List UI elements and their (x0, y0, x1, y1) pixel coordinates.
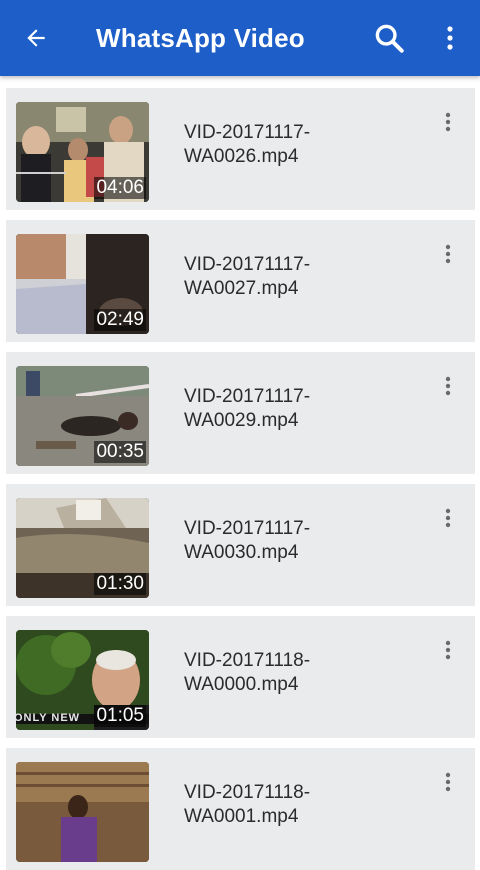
page-title: WhatsApp Video (96, 23, 305, 53)
video-file-name: VID-20171118- WA0001.mp4 (184, 782, 311, 827)
back-arrow-icon (27, 29, 45, 47)
more-vert-icon (447, 26, 453, 50)
video-duration: 01:05 (94, 705, 146, 727)
more-vert-icon (445, 508, 451, 528)
video-thumbnail: 02:49 (16, 234, 149, 334)
video-file-name: VID-20171117- WA0027.mp4 (184, 254, 311, 299)
video-file-name: VID-20171117- WA0030.mp4 (184, 518, 311, 563)
video-list-item[interactable]: VID-20171118- WA0001.mp4 (6, 748, 475, 870)
item-more-button[interactable] (434, 108, 462, 136)
app-bar: WhatsApp Video (0, 0, 480, 76)
back-button[interactable] (14, 18, 58, 58)
video-list-item[interactable]: 01:30 VID-20171117- WA0030.mp4 (6, 484, 475, 606)
overflow-menu-button[interactable] (432, 16, 468, 60)
video-thumbnail: 04:06 (16, 102, 149, 202)
video-list-item[interactable]: 00:35 VID-20171117- WA0029.mp4 (6, 352, 475, 474)
more-vert-icon (445, 112, 451, 132)
more-vert-icon (445, 772, 451, 792)
video-duration: 00:35 (94, 441, 146, 463)
search-button[interactable] (366, 16, 412, 60)
video-duration: 04:06 (94, 177, 146, 199)
video-duration: 02:49 (94, 309, 146, 331)
video-list-item[interactable]: 02:49 VID-20171117- WA0027.mp4 (6, 220, 475, 342)
video-thumbnail: 00:35 (16, 366, 149, 466)
more-vert-icon (445, 640, 451, 660)
video-thumbnail (16, 762, 149, 862)
video-file-name: VID-20171117- WA0026.mp4 (184, 122, 311, 167)
video-list-item[interactable]: ONLY NEW 01:05 VID-20171118- WA0000.mp4 (6, 616, 475, 738)
video-list-item[interactable]: 04:06 VID-20171117- WA0026.mp4 (6, 88, 475, 210)
video-thumbnail: 01:30 (16, 498, 149, 598)
item-more-button[interactable] (434, 372, 462, 400)
video-duration: 01:30 (94, 573, 146, 595)
video-thumbnail: ONLY NEW 01:05 (16, 630, 149, 730)
search-icon (375, 24, 404, 53)
thumbnail-overlay-text: ONLY NEW (16, 712, 81, 724)
video-file-name: VID-20171117- WA0029.mp4 (184, 386, 311, 431)
item-more-button[interactable] (434, 636, 462, 664)
item-more-button[interactable] (434, 240, 462, 268)
video-file-name: VID-20171118- WA0000.mp4 (184, 650, 311, 695)
more-vert-icon (445, 244, 451, 264)
item-more-button[interactable] (434, 768, 462, 796)
item-more-button[interactable] (434, 504, 462, 532)
more-vert-icon (445, 376, 451, 396)
video-list[interactable]: 04:06 VID-20171117- WA0026.mp4 02:49 VID… (0, 76, 480, 870)
